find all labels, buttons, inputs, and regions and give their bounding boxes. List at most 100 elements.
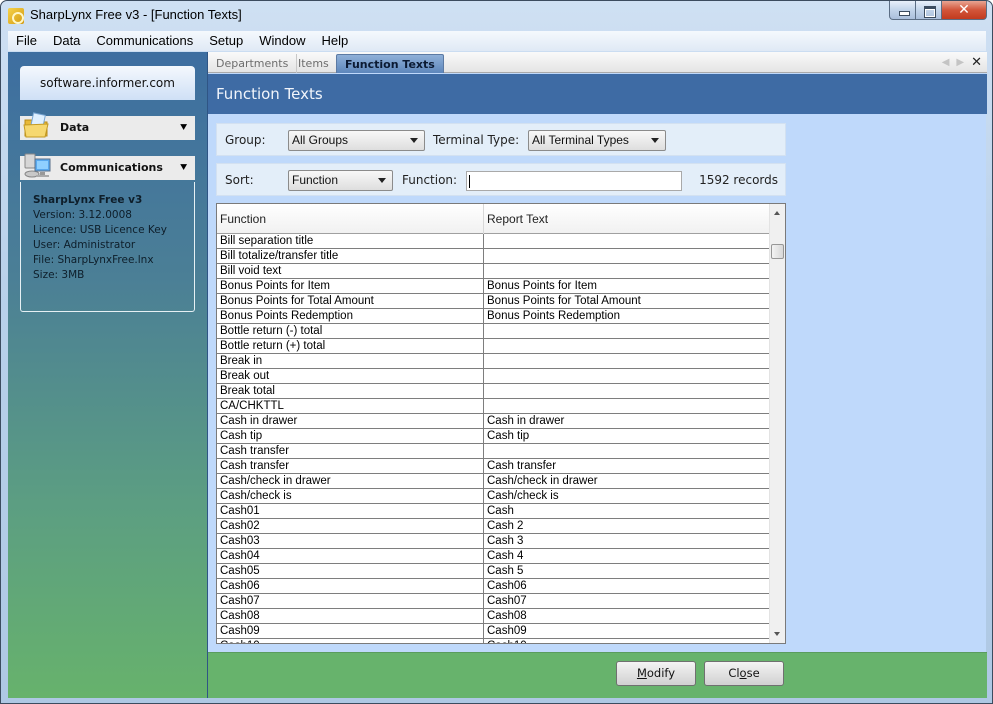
cell-function[interactable]: Break out: [217, 369, 484, 384]
table-row[interactable]: Cash in drawer Cash in drawer: [217, 414, 770, 429]
cell-function[interactable]: CA/CHKTTL: [217, 399, 484, 414]
cell-function[interactable]: Cash05: [217, 564, 484, 579]
cell-function[interactable]: Cash/check in drawer: [217, 474, 484, 489]
table-row[interactable]: Bonus Points for Item Bonus Points for It…: [217, 279, 770, 294]
scroll-down-icon[interactable]: [774, 632, 780, 636]
cell-function[interactable]: Cash02: [217, 519, 484, 534]
cell-function[interactable]: Cash transfer: [217, 444, 484, 459]
scroll-thumb[interactable]: [771, 243, 784, 259]
chevron-down-icon[interactable]: ⯆: [179, 156, 188, 180]
cell-function[interactable]: Bill void text: [217, 264, 484, 279]
cell-report-text[interactable]: Cash in drawer: [484, 414, 770, 429]
table-row[interactable]: Bonus Points Redemption Bonus Points Rede…: [217, 309, 770, 324]
cell-report-text[interactable]: Cash 2: [484, 519, 770, 534]
title-bar[interactable]: SharpLynx Free v3 - [Function Texts] ✕: [1, 1, 992, 31]
table-row[interactable]: Cash10Cash10: [217, 639, 770, 643]
table-row[interactable]: Cash/check in drawer Cash/check in drawer: [217, 474, 770, 489]
cell-function[interactable]: Bill totalize/transfer title: [217, 249, 484, 264]
cell-function[interactable]: Cash tip: [217, 429, 484, 444]
table-row[interactable]: Bill totalize/transfer title: [217, 249, 770, 264]
terminal-type-select[interactable]: All Terminal Types: [528, 130, 666, 151]
table-row[interactable]: Cash05 Cash 5: [217, 564, 770, 579]
menu-data[interactable]: Data: [45, 31, 88, 51]
cell-report-text[interactable]: Cash: [484, 504, 770, 519]
cell-function[interactable]: Cash transfer: [217, 459, 484, 474]
cell-report-text[interactable]: Cash/check is: [484, 489, 770, 504]
cell-function[interactable]: Break total: [217, 384, 484, 399]
cell-report-text[interactable]: Bonus Points Redemption: [484, 309, 770, 324]
chevron-down-icon[interactable]: ⯆: [179, 116, 188, 140]
cell-report-text[interactable]: Cash 5: [484, 564, 770, 579]
tab-next-icon[interactable]: ▶: [956, 57, 964, 68]
function-search-input[interactable]: [466, 171, 682, 191]
table-row[interactable]: Cash06 Cash06: [217, 579, 770, 594]
table-row[interactable]: Cash tip Cash tip: [217, 429, 770, 444]
table-row[interactable]: Break out: [217, 369, 770, 384]
minimize-button[interactable]: [889, 1, 916, 20]
cell-report-text[interactable]: [484, 324, 770, 339]
cell-report-text[interactable]: Cash/check in drawer: [484, 474, 770, 489]
table-row[interactable]: Bottle return (+) total: [217, 339, 770, 354]
table-row[interactable]: Bill void text: [217, 264, 770, 279]
tab-items[interactable]: Items: [290, 54, 337, 73]
cell-report-text[interactable]: Cash09: [484, 624, 770, 639]
table-row[interactable]: Bonus Points for Total Amount Bonus Point…: [217, 294, 770, 309]
cell-function[interactable]: Cash09: [217, 624, 484, 639]
cell-report-text[interactable]: [484, 249, 770, 264]
table-row[interactable]: Cash02 Cash 2: [217, 519, 770, 534]
tab-function-texts[interactable]: Function Texts: [336, 54, 444, 73]
cell-report-text[interactable]: Cash tip: [484, 429, 770, 444]
menu-help[interactable]: Help: [313, 31, 356, 51]
tab-departments[interactable]: Departments: [208, 54, 298, 73]
table-row[interactable]: Cash09 Cash09: [217, 624, 770, 639]
cell-report-text[interactable]: [484, 339, 770, 354]
cell-function[interactable]: Cash08: [217, 609, 484, 624]
cell-report-text[interactable]: Cash10: [484, 639, 770, 643]
cell-function[interactable]: Bonus Points Redemption: [217, 309, 484, 324]
cell-function[interactable]: Cash in drawer: [217, 414, 484, 429]
cell-report-text[interactable]: [484, 369, 770, 384]
cell-function[interactable]: Break in: [217, 354, 484, 369]
cell-report-text[interactable]: [484, 354, 770, 369]
table-row[interactable]: Cash03 Cash 3: [217, 534, 770, 549]
table-row[interactable]: Break total: [217, 384, 770, 399]
cell-function[interactable]: Cash01: [217, 504, 484, 519]
scroll-up-icon[interactable]: [774, 211, 780, 215]
table-row[interactable]: Cash transfer: [217, 444, 770, 459]
cell-function[interactable]: Bottle return (+) total: [217, 339, 484, 354]
sidebar-section-data[interactable]: Data ⯆: [20, 112, 195, 140]
table-row[interactable]: Cash08 Cash08: [217, 609, 770, 624]
cell-function[interactable]: Bonus Points for Total Amount: [217, 294, 484, 309]
cell-report-text[interactable]: [484, 444, 770, 459]
table-row[interactable]: Break in: [217, 354, 770, 369]
cell-report-text[interactable]: Cash transfer: [484, 459, 770, 474]
maximize-button[interactable]: [916, 1, 942, 20]
modify-button[interactable]: Modify: [616, 661, 696, 686]
cell-function[interactable]: Bottle return (-) total: [217, 324, 484, 339]
table-row[interactable]: Cash07 Cash07: [217, 594, 770, 609]
tab-prev-icon[interactable]: ◀: [942, 57, 950, 68]
cell-function[interactable]: Cash03: [217, 534, 484, 549]
cell-report-text[interactable]: Cash07: [484, 594, 770, 609]
close-tab-icon[interactable]: ✕: [971, 55, 982, 70]
cell-function[interactable]: Cash/check is: [217, 489, 484, 504]
menu-setup[interactable]: Setup: [201, 31, 251, 51]
cell-report-text[interactable]: Cash08: [484, 609, 770, 624]
cell-function[interactable]: Bill separation title: [217, 234, 484, 249]
table-row[interactable]: CA/CHKTTL: [217, 399, 770, 414]
vertical-scrollbar[interactable]: [769, 204, 785, 643]
cell-report-text[interactable]: [484, 234, 770, 249]
menu-window[interactable]: Window: [251, 31, 313, 51]
cell-function[interactable]: Cash10: [217, 639, 484, 643]
cell-report-text[interactable]: Cash 3: [484, 534, 770, 549]
column-header-function[interactable]: Function: [217, 204, 484, 234]
cell-report-text[interactable]: Cash06: [484, 579, 770, 594]
cell-report-text[interactable]: [484, 399, 770, 414]
table-row[interactable]: Bill separation title: [217, 234, 770, 249]
cell-report-text[interactable]: Bonus Points for Total Amount: [484, 294, 770, 309]
table-row[interactable]: Cash01 Cash: [217, 504, 770, 519]
cell-function[interactable]: Bonus Points for Item: [217, 279, 484, 294]
sort-select[interactable]: Function: [288, 170, 393, 191]
table-row[interactable]: Cash transfer Cash transfer: [217, 459, 770, 474]
sidebar-section-communications[interactable]: Communications ⯆: [20, 153, 195, 180]
